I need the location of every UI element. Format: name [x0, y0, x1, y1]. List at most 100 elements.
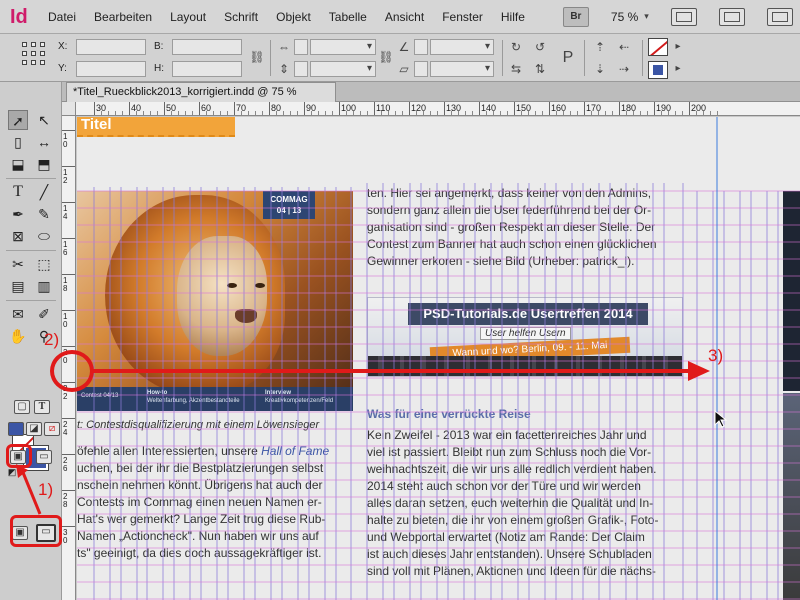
direct-selection-tool-icon[interactable]: ↖ [34, 110, 54, 130]
zoom-level[interactable]: 75 % [611, 10, 638, 24]
stroke-menu-arrow-icon[interactable]: ▸ [670, 61, 686, 77]
text-run: ts" geeinigt, da dies doch aussagekräfti… [77, 546, 322, 560]
ellipse-tool-icon[interactable]: ⬭ [34, 226, 54, 246]
scissors-tool-icon[interactable]: ✂ [8, 254, 28, 274]
ruler-origin[interactable] [62, 102, 76, 116]
selection-tool-icon[interactable]: ➚ [8, 110, 28, 130]
image-caption[interactable]: t: Contestdisqualifizierung mit einem Lö… [77, 419, 319, 431]
menu-item-ansicht[interactable]: Ansicht [385, 10, 424, 24]
next-page-image-2[interactable] [783, 393, 800, 600]
ruler-tick [62, 238, 75, 239]
text-line: sind voll mit Plänen, Aktionen und Ideen… [367, 564, 656, 578]
arrange-documents-icon[interactable] [766, 7, 793, 26]
shear-dropdown[interactable] [430, 61, 494, 77]
text-line: alles daran setzen, euch weiterhin die Q… [367, 496, 654, 510]
preview-mode-icon[interactable]: ▭ [36, 450, 52, 464]
document-canvas[interactable]: Titel COMMAG 04 | 13 Contest 04/13 How-t… [77, 117, 800, 600]
ruler-minor-tick [115, 111, 116, 115]
right-text-column-top[interactable]: ten. Hier sei angemerkt, dass keiner von… [367, 185, 687, 270]
scale-y-dropdown[interactable] [310, 61, 376, 77]
rectangle-frame-tool-icon[interactable]: ⊠ [8, 226, 28, 246]
strip-interview-sub: Kreativkompetenzen/Feld [265, 398, 334, 404]
pencil-tool-icon[interactable]: ✎ [34, 204, 54, 224]
gradient-swatch-tool-icon[interactable]: ▤ [8, 276, 28, 296]
ruler-minor-tick [647, 111, 648, 115]
line-tool-icon[interactable]: ╱ [34, 182, 54, 202]
ruler-minor-tick [381, 111, 382, 115]
constrain-proportions-icon[interactable]: ⛓ [249, 49, 265, 65]
flip-horizontal-icon[interactable]: ⇆ [508, 61, 524, 77]
lion-image-frame[interactable]: COMMAG 04 | 13 Contest 04/13 How-to Welt… [77, 191, 353, 411]
ruler-minor-tick [262, 111, 263, 115]
pen-tool-icon[interactable]: ✒ [8, 204, 28, 224]
gradient-feather-tool-icon[interactable]: ▥ [34, 276, 54, 296]
annotation-arrow-1 [16, 464, 42, 515]
apply-color-icon[interactable] [8, 422, 24, 436]
menu-item-bearbeiten[interactable]: Bearbeiten [94, 10, 152, 24]
reference-point-icon[interactable] [22, 42, 46, 66]
free-transform-tool-icon[interactable]: ⬚ [34, 254, 54, 274]
ruler-minor-tick [297, 111, 298, 115]
ruler-minor-tick [668, 111, 669, 115]
banner-skyline [368, 356, 682, 376]
select-previous-icon[interactable]: ⇠ [616, 39, 632, 55]
left-text-column[interactable]: öfehle allen Interessierten, unsere Hall… [77, 443, 353, 562]
scale-link-icon[interactable]: ⛓ [378, 49, 394, 65]
menu-item-fenster[interactable]: Fenster [442, 10, 483, 24]
rotate-ccw-icon[interactable]: ↺ [532, 39, 548, 55]
next-page-image[interactable] [783, 191, 800, 391]
menu-item-tabelle[interactable]: Tabelle [329, 10, 367, 24]
menu-item-hilfe[interactable]: Hilfe [501, 10, 525, 24]
type-tool-icon[interactable]: T [8, 182, 28, 202]
apply-none-icon[interactable]: ⧄ [44, 422, 60, 436]
content-collector-icon[interactable]: ⬓ [8, 154, 28, 174]
select-next-icon[interactable]: ⇢ [616, 61, 632, 77]
title-text-frame[interactable]: Titel [77, 117, 235, 137]
document-tab[interactable]: *Titel_Rueckblick2013_korrigiert.indd @ … [66, 82, 336, 102]
rotate-stepper[interactable] [414, 39, 428, 55]
usertreffen-banner-image[interactable]: PSD-Tutorials.de Usertreffen 2014 User h… [367, 297, 683, 377]
text-line: Gewinner erkoren - siehe Bild (Urheber: … [367, 254, 635, 268]
page-tool-icon[interactable]: ▯ [8, 132, 28, 152]
scale-x-dropdown[interactable] [310, 39, 376, 55]
rotate-cw-icon[interactable]: ↻ [508, 39, 524, 55]
fill-swatch-none[interactable] [648, 38, 668, 56]
section-heading[interactable]: Was für eine verrückte Reise [367, 407, 531, 421]
note-tool-icon[interactable]: ✉ [8, 304, 28, 324]
shear-stepper[interactable] [414, 61, 428, 77]
ruler-minor-tick [206, 111, 207, 115]
content-placer-icon[interactable]: ⬒ [34, 154, 54, 174]
ruler-minor-tick [472, 111, 473, 115]
bridge-button[interactable]: Br [562, 6, 589, 27]
view-options-icon[interactable] [670, 7, 697, 26]
menu-item-layout[interactable]: Layout [170, 10, 206, 24]
right-text-column-bottom[interactable]: Kein Zweifel - 2013 war ein facettenreic… [367, 427, 687, 580]
ruler-number: 2 8 [63, 492, 68, 509]
stroke-swatch[interactable] [648, 61, 668, 79]
height-field[interactable] [172, 61, 242, 77]
fill-menu-arrow-icon[interactable]: ▸ [670, 39, 686, 55]
menu-item-datei[interactable]: Datei [48, 10, 76, 24]
menu-item-schrift[interactable]: Schrift [224, 10, 258, 24]
zoom-dropdown-icon[interactable]: ▾ [644, 11, 649, 22]
scale-y-stepper[interactable] [294, 61, 308, 77]
apply-gradient-icon[interactable]: ◪ [26, 422, 42, 436]
ruler-number: 1 0 [63, 132, 68, 149]
select-container-icon[interactable]: ⇡ [592, 39, 608, 55]
ruler-tick [374, 102, 375, 115]
eyedropper-tool-icon[interactable]: ✐ [34, 304, 54, 324]
rotate-dropdown[interactable] [430, 39, 494, 55]
gap-tool-icon[interactable]: ↔ [34, 132, 54, 152]
menu-item-objekt[interactable]: Objekt [276, 10, 311, 24]
formatting-text-icon[interactable]: T [34, 400, 50, 414]
x-field[interactable] [76, 39, 146, 55]
screen-mode-icon[interactable] [718, 7, 745, 26]
formatting-container-icon[interactable]: ▢ [14, 400, 30, 414]
select-content-icon[interactable]: ⇣ [592, 61, 608, 77]
width-field[interactable] [172, 39, 242, 55]
hand-tool-icon[interactable]: ✋ [8, 326, 28, 346]
scale-x-stepper[interactable] [294, 39, 308, 55]
y-field[interactable] [76, 61, 146, 77]
flip-vertical-icon[interactable]: ⇅ [532, 61, 548, 77]
horizontal-ruler[interactable]: 30 40 50 60 70 80 90 100 110 120 130 140 150 160 170 18… [62, 102, 800, 116]
